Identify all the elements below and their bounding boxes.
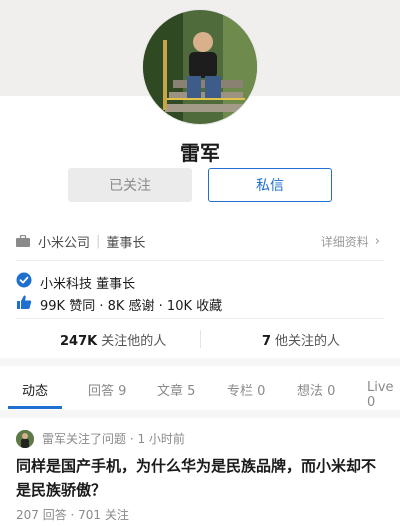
divider: [16, 260, 384, 261]
follow-divider: [200, 330, 201, 348]
briefcase-icon: [16, 234, 30, 247]
active-tab-indicator: [8, 406, 62, 409]
chevron-right-icon: ›: [374, 233, 380, 249]
verification-text: 小米科技 董事长: [40, 276, 136, 292]
profile-avatar[interactable]: [143, 10, 257, 124]
position-title: 董事长: [106, 235, 146, 251]
tab-answers[interactable]: 回答 9: [88, 380, 126, 399]
following-label: 他关注的人: [275, 334, 341, 349]
tab-ideas[interactable]: 想法 0: [297, 380, 335, 399]
company-row: 小米公司 | 董事长 详细资料 ›: [0, 228, 400, 254]
profile-name: 雷军: [180, 141, 220, 165]
followed-button[interactable]: 已关注: [68, 168, 192, 202]
follow-counts: 247K 关注他的人 7 他关注的人: [0, 328, 400, 352]
tab-articles[interactable]: 文章 5: [157, 380, 195, 399]
tab-activity[interactable]: 动态: [22, 380, 48, 399]
followers-label: 关注他的人: [101, 334, 167, 349]
feed-item[interactable]: 雷军关注了问题 · 1 小时前 同样是国产手机，为什么华为是民族品牌，而小米却不…: [0, 418, 400, 526]
company-name: 小米公司: [38, 235, 91, 251]
achievements-row: 99K 赞同 · 8K 感谢 · 10K 收藏: [16, 294, 222, 314]
tab-columns[interactable]: 专栏 0: [227, 380, 265, 399]
question-stats: 207 回答 · 701 关注: [16, 508, 129, 522]
message-button[interactable]: 私信: [208, 168, 332, 202]
question-title[interactable]: 同样是国产手机，为什么华为是民族品牌，而小米却不是民族骄傲？: [16, 454, 386, 502]
thumbs-up-icon: [16, 294, 32, 314]
verified-check-icon: [16, 272, 32, 292]
detail-link[interactable]: 详细资料 ›: [321, 233, 380, 250]
following-link[interactable]: 7 他关注的人: [262, 330, 340, 349]
profile-tabs: 动态 回答 9 文章 5 专栏 0 想法 0 Live 0: [0, 366, 400, 410]
divider: [16, 318, 384, 319]
verification-row: 小米科技 董事长: [16, 272, 135, 292]
feed-meta: 雷军关注了问题 · 1 小时前: [42, 432, 185, 446]
achievements-text: 99K 赞同 · 8K 感谢 · 10K 收藏: [40, 298, 223, 314]
avatar[interactable]: [16, 430, 34, 448]
tab-live[interactable]: Live 0: [367, 380, 400, 410]
company-separator: |: [96, 233, 101, 249]
following-count: 7: [262, 334, 272, 349]
followers-count: 247K: [60, 334, 98, 349]
detail-label: 详细资料: [320, 234, 369, 249]
followers-link[interactable]: 247K 关注他的人: [60, 330, 166, 349]
